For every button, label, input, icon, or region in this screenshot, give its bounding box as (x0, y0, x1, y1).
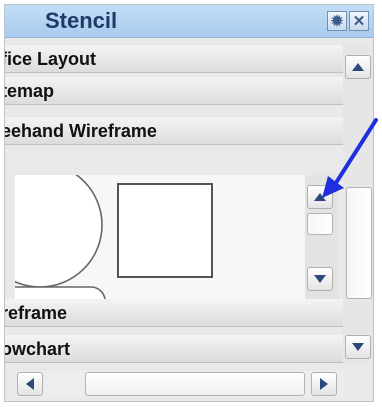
category-office-layout[interactable]: fice Layout (5, 45, 343, 73)
close-icon: ✕ (352, 12, 366, 30)
gear-icon: ✹ (330, 12, 344, 30)
category-label: temap (5, 81, 55, 101)
category-freehand-wireframe[interactable]: eehand Wireframe (5, 117, 343, 145)
category-flowchart[interactable]: owchart (5, 335, 343, 363)
scroll-left-button[interactable] (17, 372, 43, 396)
category-sitemap[interactable]: temap (5, 77, 343, 105)
close-button[interactable]: ✕ (349, 11, 369, 31)
settings-button[interactable]: ✹ (327, 11, 347, 31)
category-label: reframe (5, 303, 68, 323)
scroll-right-button[interactable] (311, 372, 337, 396)
arrow-down-icon (352, 343, 364, 351)
category-wireframe[interactable]: reframe (5, 299, 343, 327)
title-bar: Stencil ✹ ✕ (5, 5, 373, 38)
shape-gallery (15, 175, 305, 299)
shapes-scroll-thumb[interactable] (307, 213, 333, 235)
category-label: eehand Wireframe (5, 121, 157, 141)
arrow-right-icon (320, 378, 328, 390)
arrow-left-icon (26, 378, 34, 390)
rounded-rectangle-shape-icon[interactable] (15, 286, 106, 299)
pointer-arrow-icon (322, 118, 378, 198)
square-shape-icon[interactable] (117, 183, 213, 278)
shapes-scroll-down-button[interactable] (307, 267, 333, 291)
panel-horizontal-scrollbar[interactable] (15, 371, 345, 397)
scroll-down-button[interactable] (345, 335, 371, 359)
stencil-panel: Stencil ✹ ✕ fice Layout temap eehand Wir… (4, 4, 374, 402)
arrow-up-icon (352, 63, 364, 71)
arrow-down-icon (314, 275, 326, 283)
scroll-up-button[interactable] (345, 55, 371, 79)
circle-shape-icon[interactable] (15, 175, 103, 288)
category-label: owchart (5, 339, 71, 359)
shape-gallery-canvas (15, 175, 213, 299)
panel-title: Stencil (45, 8, 118, 33)
horizontal-scroll-thumb[interactable] (85, 372, 305, 396)
category-label: fice Layout (5, 49, 97, 69)
